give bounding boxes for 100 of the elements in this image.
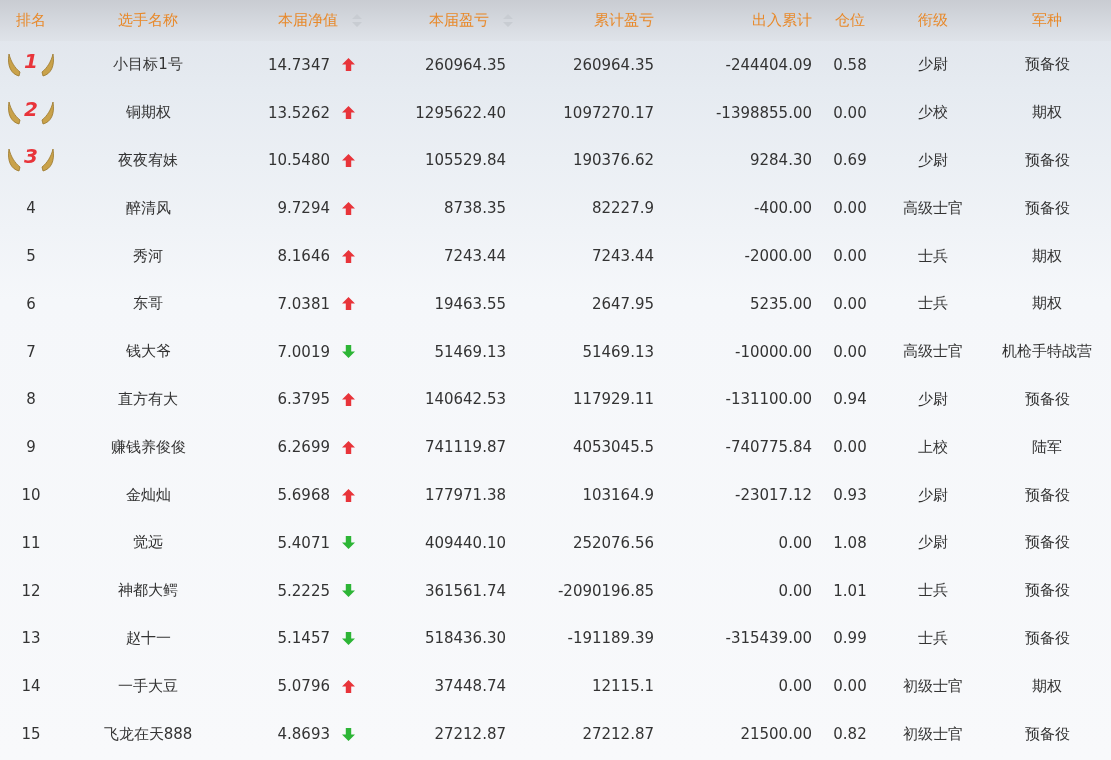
period-profit: 7243.44	[443, 247, 506, 266]
net-deposit: 21500.00	[740, 725, 812, 744]
period-profit: 409440.10	[424, 533, 506, 552]
period-profit: 361561.74	[424, 581, 506, 600]
rank-number: 7	[26, 342, 36, 361]
rank-title: 少尉	[917, 533, 948, 553]
net-value: 5.1457	[277, 629, 330, 648]
position-ratio: 0.82	[833, 725, 867, 744]
branch-name: 机枪手特战营	[1002, 342, 1092, 362]
net-value: 6.3795	[277, 390, 330, 409]
position-ratio: 0.00	[833, 199, 867, 218]
net-value: 8.1646	[277, 247, 330, 266]
position-ratio: 0.99	[833, 629, 867, 648]
total-profit: 260964.35	[572, 55, 654, 74]
rank-title: 少尉	[917, 485, 948, 505]
period-profit: 19463.55	[434, 294, 506, 313]
player-name: 飞龙在天888	[103, 724, 193, 744]
branch-name: 预备役	[1024, 389, 1070, 409]
net-value: 6.2699	[277, 438, 330, 457]
total-profit: 51469.13	[582, 342, 654, 361]
total-profit: 4053045.5	[572, 438, 654, 457]
position-ratio: 0.58	[833, 55, 867, 74]
net-value: 5.2225	[277, 581, 330, 600]
column-header: 仓位	[835, 11, 865, 30]
rank-number: 4	[26, 199, 36, 218]
column-header: 军种	[1032, 11, 1062, 30]
rank-title: 士兵	[917, 581, 948, 601]
total-profit: 117929.11	[572, 390, 654, 409]
player-name: 赵十一	[125, 628, 171, 648]
rank-title: 高级士官	[902, 198, 963, 218]
net-deposit: -244404.09	[725, 55, 812, 74]
position-ratio: 1.01	[833, 581, 867, 600]
branch-name: 陆军	[1032, 437, 1062, 457]
net-value: 7.0019	[277, 342, 330, 361]
total-profit: 2647.95	[591, 294, 654, 313]
column-header[interactable]: 本届净值	[278, 11, 338, 30]
player-name: 铜期权	[125, 103, 171, 123]
player-name: 赚钱养俊俊	[110, 437, 186, 457]
player-name: 钱大爷	[125, 342, 171, 362]
player-name: 神都大鳄	[118, 581, 178, 601]
rank-title: 士兵	[917, 628, 948, 648]
position-ratio: 0.00	[833, 247, 867, 266]
player-name: 金灿灿	[125, 485, 171, 505]
net-deposit: 0.00	[778, 533, 812, 552]
branch-name: 期权	[1032, 294, 1062, 314]
total-profit: 103164.9	[582, 486, 654, 505]
player-name: 小目标1号	[113, 55, 183, 75]
net-deposit: -131100.00	[725, 390, 812, 409]
player-name: 东哥	[133, 294, 163, 314]
branch-name: 预备役	[1024, 724, 1070, 744]
rank-title: 少校	[917, 103, 948, 123]
branch-name: 预备役	[1024, 485, 1070, 505]
player-name: 夜夜宥妹	[118, 151, 178, 170]
total-profit: 190376.62	[572, 151, 654, 170]
winged-rank-badge: 1	[7, 51, 55, 78]
period-profit: 518436.30	[424, 629, 506, 648]
net-value: 5.4071	[277, 533, 330, 552]
net-value: 10.5480	[267, 151, 330, 170]
rank-number: 5	[26, 247, 36, 266]
period-profit: 1295622.40	[415, 103, 506, 122]
player-name: 觉远	[133, 533, 163, 553]
column-header: 衔级	[917, 11, 948, 30]
player-name: 醉清风	[125, 198, 171, 218]
net-deposit: -10000.00	[735, 342, 812, 361]
branch-name: 预备役	[1024, 533, 1070, 553]
net-deposit: -2000.00	[744, 247, 812, 266]
rank-number: 10	[21, 486, 41, 505]
position-ratio: 1.08	[833, 533, 867, 552]
branch-name: 预备役	[1024, 55, 1070, 75]
position-ratio: 0.94	[833, 390, 867, 409]
net-deposit: -400.00	[754, 199, 812, 218]
rank-number: 12	[21, 581, 41, 600]
column-header: 排名	[16, 11, 46, 30]
branch-name: 预备役	[1024, 198, 1070, 218]
rank-number: 8	[26, 390, 36, 409]
winged-rank-badge: 2	[7, 99, 55, 126]
player-name: 直方有大	[118, 389, 178, 409]
period-profit: 140642.53	[424, 390, 506, 409]
period-profit: 37448.74	[434, 677, 506, 696]
net-value: 5.0796	[277, 677, 330, 696]
period-profit: 741119.87	[424, 438, 506, 457]
rank-number: 15	[21, 725, 41, 744]
total-profit: 252076.56	[572, 533, 654, 552]
rank-title: 士兵	[917, 246, 948, 266]
rank-title: 高级士官	[902, 342, 963, 362]
rank-title: 初级士官	[902, 724, 963, 744]
position-ratio: 0.93	[833, 486, 867, 505]
branch-name: 期权	[1032, 103, 1062, 123]
winged-rank-badge: 3	[7, 147, 55, 174]
player-name: 秀河	[133, 246, 163, 266]
rank-number: 9	[26, 438, 36, 457]
net-deposit: 5235.00	[749, 294, 812, 313]
total-profit: 1097270.17	[563, 103, 654, 122]
rank-title: 少尉	[917, 151, 948, 170]
branch-name: 期权	[1032, 246, 1062, 266]
column-header[interactable]: 本届盈亏	[429, 11, 489, 30]
total-profit: 82227.9	[591, 199, 654, 218]
branch-name: 预备役	[1024, 628, 1070, 648]
net-deposit: 9284.30	[749, 151, 812, 170]
net-value: 5.6968	[277, 486, 330, 505]
